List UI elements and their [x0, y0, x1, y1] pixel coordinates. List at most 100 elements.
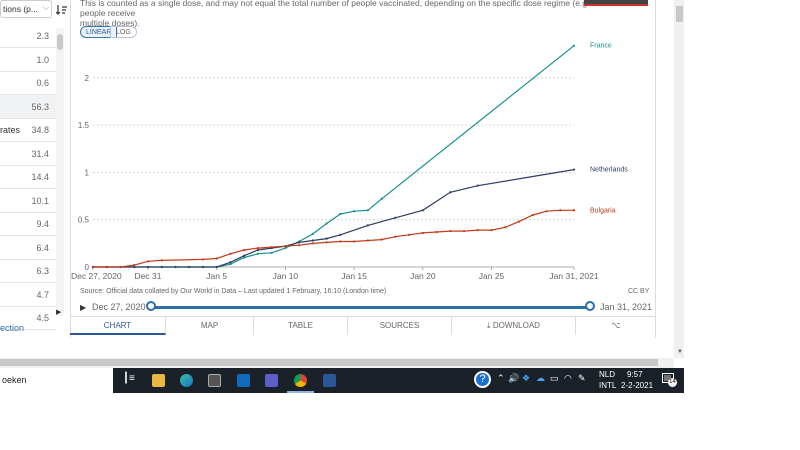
- scroll-down-icon[interactable]: ▼: [677, 349, 683, 355]
- data-point: [545, 210, 548, 213]
- page-scrollbar-thumb[interactable]: [676, 6, 683, 22]
- store-icon[interactable]: [208, 374, 221, 387]
- section-link[interactable]: ection: [0, 323, 24, 333]
- row-value: 4.5: [36, 313, 49, 323]
- data-point: [325, 222, 328, 225]
- play-icon[interactable]: ▶: [56, 308, 61, 316]
- sort-icon[interactable]: [55, 4, 67, 19]
- data-point: [353, 210, 356, 213]
- dropbox-icon[interactable]: ❖: [522, 373, 530, 384]
- column-selector[interactable]: tions (p... ⌵: [0, 0, 52, 18]
- keyboard-language[interactable]: NLD: [599, 370, 615, 379]
- license-label[interactable]: CC BY: [628, 288, 649, 295]
- row-value: 4.7: [36, 289, 49, 300]
- pen-icon[interactable]: ✎: [578, 373, 586, 384]
- task-view-icon[interactable]: ┃≡: [123, 373, 135, 384]
- data-point: [174, 265, 177, 269]
- table-row[interactable]: 1.0: [0, 48, 56, 72]
- data-point: [256, 246, 260, 250]
- share-button[interactable]: ⌥: [576, 317, 656, 335]
- data-point: [476, 184, 479, 187]
- timeline-start-handle[interactable]: [146, 301, 156, 311]
- table-scrollbar-thumb[interactable]: [57, 34, 63, 50]
- x-tick-label: Jan 20: [410, 271, 436, 281]
- chrome-icon[interactable]: [294, 374, 307, 387]
- log-scale-button[interactable]: LOG: [110, 26, 137, 38]
- wifi-icon[interactable]: ◠: [564, 373, 572, 384]
- x-tick-label: Jan 15: [341, 271, 367, 281]
- outlook-icon[interactable]: [237, 374, 250, 387]
- data-point: [160, 259, 163, 262]
- row-value: 9.4: [36, 219, 49, 229]
- data-point: [490, 229, 493, 232]
- timeline-track[interactable]: [150, 306, 590, 309]
- table-row[interactable]: rates 34.8: [0, 118, 56, 142]
- table-row[interactable]: 14.4: [0, 165, 56, 189]
- onedrive-icon[interactable]: ☁: [536, 373, 545, 384]
- table-row[interactable]: 9.4: [0, 212, 56, 236]
- data-point: [449, 191, 452, 194]
- data-point: [311, 242, 314, 245]
- table-row[interactable]: 6.3: [0, 259, 56, 283]
- timeline-end-date: Jan 31, 2021: [600, 302, 653, 312]
- table-row[interactable]: 31.4: [0, 142, 56, 166]
- file-explorer-icon[interactable]: [152, 374, 165, 387]
- table-row[interactable]: 10.1: [0, 189, 56, 213]
- tray-chevron-icon[interactable]: ⌃: [497, 373, 505, 384]
- taskbar-search-input[interactable]: oeken: [0, 368, 113, 393]
- data-point: [476, 229, 479, 232]
- data-point: [201, 265, 205, 269]
- clock-time[interactable]: 9:57: [627, 370, 643, 379]
- chevron-down-icon: ⌵: [42, 3, 49, 12]
- column-selector-label: tions (p...: [3, 4, 38, 14]
- timeline-play-icon[interactable]: ▶: [80, 303, 86, 312]
- table-row[interactable]: 6.4: [0, 236, 56, 260]
- data-point: [449, 229, 452, 233]
- volume-icon[interactable]: 🔊: [508, 373, 519, 384]
- teams-icon[interactable]: [265, 374, 278, 387]
- horizontal-scrollbar-thumb[interactable]: [0, 359, 658, 366]
- table-row[interactable]: 0.6: [0, 71, 56, 95]
- clock-date[interactable]: 2-2-2021: [621, 381, 653, 390]
- row-value: 1.0: [36, 54, 49, 65]
- tab-table[interactable]: TABLE: [254, 317, 348, 335]
- x-tick-label: Dec 27, 2020: [71, 271, 122, 281]
- help-icon[interactable]: ?: [474, 371, 491, 388]
- data-point: [270, 246, 273, 249]
- edge-icon[interactable]: [180, 374, 193, 387]
- data-point: [339, 240, 342, 243]
- notification-icon[interactable]: 14: [662, 373, 677, 387]
- data-point: [201, 258, 205, 261]
- keyboard-layout[interactable]: INTL: [599, 381, 616, 390]
- tab-download[interactable]: ⤓ DOWNLOAD: [452, 317, 576, 335]
- row-value: 2.3: [36, 31, 49, 41]
- x-tick-label: Dec 31: [135, 271, 162, 281]
- data-point: [256, 252, 260, 255]
- country-flag-strip: [584, 0, 648, 6]
- data-point: [270, 251, 273, 254]
- table-row[interactable]: 4.7: [0, 283, 56, 307]
- data-point: [105, 265, 108, 269]
- table-scrollbar[interactable]: [56, 28, 64, 316]
- table-row[interactable]: 56.3: [0, 94, 56, 119]
- data-point: [284, 246, 287, 250]
- data-point: [229, 263, 232, 266]
- tab-chart[interactable]: CHART: [70, 317, 166, 335]
- word-icon[interactable]: [323, 374, 336, 387]
- tab-map[interactable]: MAP: [166, 317, 254, 335]
- battery-icon[interactable]: ▭: [550, 373, 559, 384]
- timeline-end-handle[interactable]: [585, 301, 595, 311]
- table-row[interactable]: 2.3: [0, 24, 56, 48]
- x-tick-label: Jan 5: [206, 271, 227, 281]
- data-point: [229, 252, 232, 255]
- tab-sources[interactable]: SOURCES: [348, 317, 452, 335]
- row-value: 31.4: [31, 148, 49, 159]
- data-point: [353, 240, 356, 243]
- notification-count: 14: [668, 378, 677, 387]
- line-chart: 00.511.52Dec 27, 2020 Dec 31 Jan 5 Jan 10 Ja…: [71, 43, 628, 281]
- page-scrollbar[interactable]: [674, 0, 684, 358]
- data-point: [394, 235, 397, 238]
- data-point: [366, 209, 369, 212]
- data-point: [572, 44, 576, 47]
- data-point: [133, 264, 136, 267]
